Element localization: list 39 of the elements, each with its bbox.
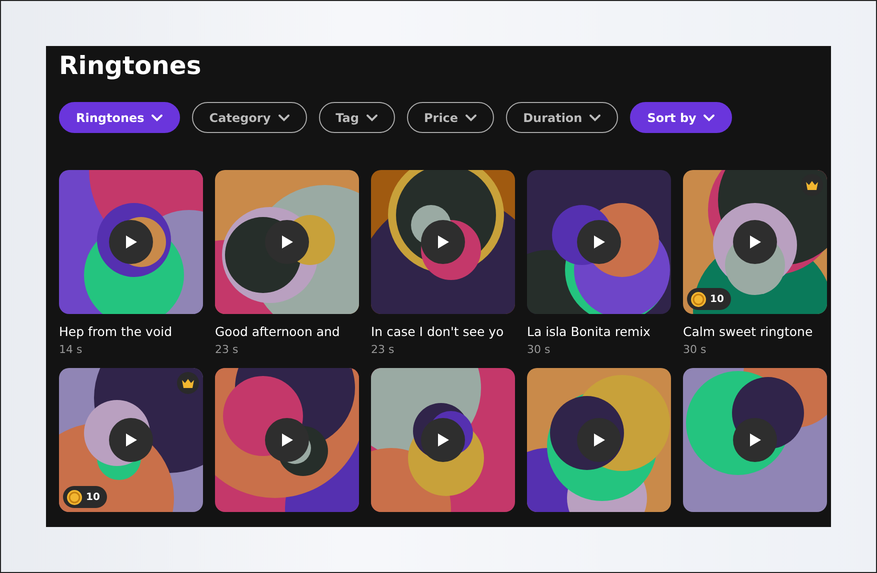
ringtone-title[interactable]: La isla Bonita remix xyxy=(527,324,671,339)
chevron-down-icon xyxy=(589,114,602,122)
coin-icon xyxy=(67,490,82,504)
crown-icon xyxy=(805,180,819,190)
filter-dropdown[interactable]: Price xyxy=(406,102,494,133)
ringtone-title[interactable]: Good afternoon and xyxy=(215,324,359,339)
play-icon xyxy=(280,234,294,250)
duration-text: 30 s xyxy=(683,343,708,356)
filter-dropdown[interactable]: Ringtones xyxy=(59,102,180,133)
play-icon xyxy=(436,432,450,448)
play-icon xyxy=(592,432,606,448)
duration-text: 23 s xyxy=(371,343,396,356)
filter-dropdown[interactable]: Category xyxy=(192,102,307,133)
crown-icon xyxy=(181,378,195,388)
chevron-down-icon xyxy=(703,114,716,122)
play-icon xyxy=(592,234,606,250)
price-text: 10 xyxy=(710,294,724,304)
ringtone-title[interactable]: Calm sweet ringtone xyxy=(683,324,827,339)
play-icon xyxy=(124,432,138,448)
chevron-down-icon xyxy=(465,114,478,122)
filter-dropdown[interactable]: Tag xyxy=(318,102,395,133)
chevron-down-icon xyxy=(151,114,164,122)
play-icon xyxy=(124,234,138,250)
play-icon xyxy=(280,432,294,448)
play-icon xyxy=(748,432,762,448)
page-title: Ringtones xyxy=(59,50,202,82)
chevron-down-icon xyxy=(366,114,378,122)
play-icon xyxy=(436,234,450,250)
price-text: 10 xyxy=(86,492,100,502)
filter-dropdown[interactable]: Sort by xyxy=(630,102,732,133)
duration-text: 30 s xyxy=(527,343,552,356)
ringtone-title[interactable]: Hep from the void xyxy=(59,324,203,339)
duration-text: 14 s xyxy=(59,343,84,356)
duration-text: 23 s xyxy=(215,343,240,356)
play-icon xyxy=(748,234,762,250)
ringtone-title[interactable]: In case I don't see yo xyxy=(371,324,515,339)
chevron-down-icon xyxy=(278,114,290,122)
filter-dropdown[interactable]: Duration xyxy=(506,102,618,133)
coin-icon xyxy=(691,292,706,306)
